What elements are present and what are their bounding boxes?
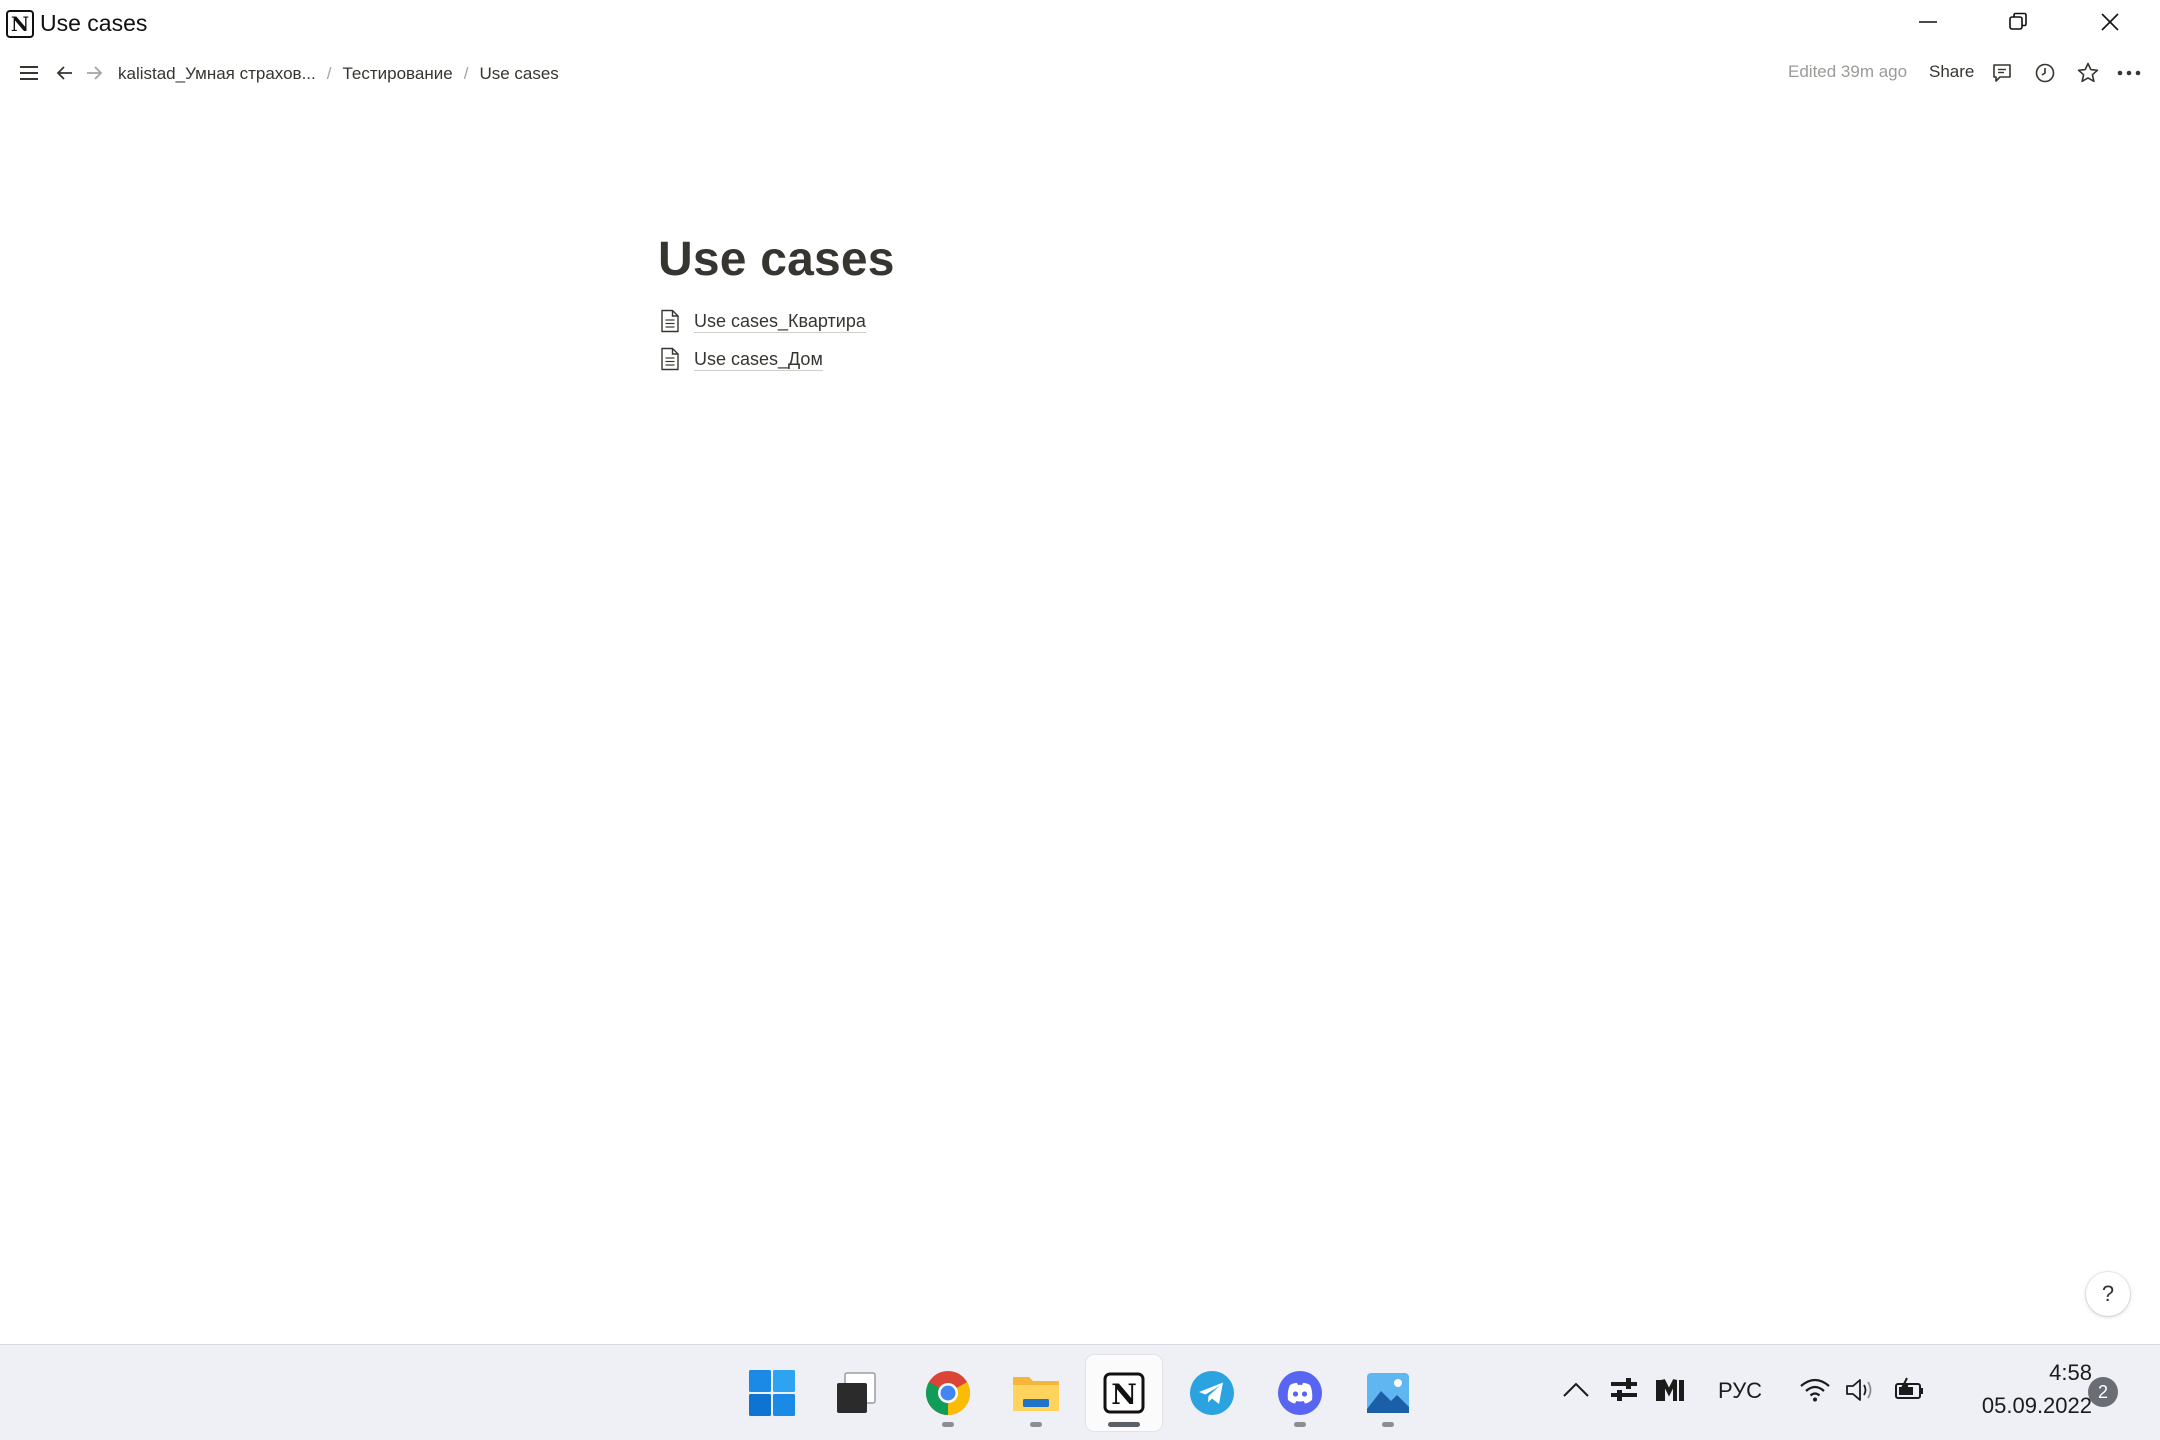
subpage-label[interactable]: Use cases_Квартира xyxy=(694,310,866,333)
help-button[interactable]: ? xyxy=(2086,1272,2130,1316)
taskbar-clock-date[interactable]: 05.09.2022 xyxy=(1952,1393,2092,1419)
chrome-icon xyxy=(926,1371,970,1415)
arrow-left-icon xyxy=(56,66,72,80)
show-hidden-icons-button[interactable] xyxy=(1556,1370,1596,1410)
hamburger-icon xyxy=(20,66,38,80)
taskbar-terminal[interactable] xyxy=(818,1355,894,1431)
ellipsis-icon xyxy=(2117,70,2141,76)
subpage-link[interactable]: Use cases_Квартира xyxy=(660,304,866,338)
taskbar-file-explorer[interactable] xyxy=(998,1355,1074,1431)
breadcrumb-workspace[interactable]: kalistad_Умная страхов... xyxy=(115,62,319,86)
taskbar-clock-time[interactable]: 4:58 xyxy=(2022,1360,2092,1386)
subpage-link[interactable]: Use cases_Дом xyxy=(660,342,823,376)
clock-history-icon xyxy=(2035,63,2055,83)
updates-button[interactable] xyxy=(2030,58,2060,88)
volume-button[interactable] xyxy=(1840,1370,1880,1410)
battery-button[interactable] xyxy=(1891,1370,1931,1410)
tray-app-m[interactable] xyxy=(1650,1370,1690,1410)
speaker-icon xyxy=(1846,1379,1872,1401)
notion-icon: N xyxy=(1103,1372,1145,1414)
photos-icon xyxy=(1367,1373,1409,1413)
share-button[interactable]: Share xyxy=(1929,62,1974,82)
page-icon xyxy=(660,346,684,372)
tray-settings-app[interactable] xyxy=(1604,1370,1644,1410)
more-options-button[interactable] xyxy=(2114,58,2144,88)
page-icon xyxy=(660,308,684,334)
running-indicator xyxy=(1382,1422,1394,1427)
breadcrumb-testing[interactable]: Тестирование xyxy=(339,62,455,86)
comments-button[interactable] xyxy=(1987,58,2017,88)
comment-icon xyxy=(1993,64,2011,82)
back-button[interactable] xyxy=(50,58,80,88)
sliders-icon xyxy=(1611,1378,1637,1401)
breadcrumb-separator: / xyxy=(326,64,332,83)
taskbar-telegram[interactable] xyxy=(1174,1355,1250,1431)
chevron-up-icon xyxy=(1563,1382,1589,1397)
file-explorer-icon xyxy=(1013,1377,1059,1411)
page-topbar: kalistad_Умная страхов... / Тестирование… xyxy=(0,54,2160,92)
active-indicator xyxy=(1108,1422,1140,1427)
battery-charging-icon xyxy=(1895,1377,1923,1399)
breadcrumb: kalistad_Умная страхов... / Тестирование… xyxy=(115,62,562,86)
windows-start-icon xyxy=(749,1370,795,1416)
forward-button[interactable] xyxy=(79,58,109,88)
notion-app-icon: N xyxy=(6,10,34,38)
close-icon xyxy=(2101,13,2119,31)
running-indicator xyxy=(942,1422,954,1427)
window-titlebar: N Use cases xyxy=(0,0,2160,46)
subpage-label[interactable]: Use cases_Дом xyxy=(694,348,823,371)
input-language-indicator[interactable]: РУС xyxy=(1718,1378,1762,1404)
taskbar-notion[interactable]: N xyxy=(1086,1355,1162,1431)
favorite-button[interactable] xyxy=(2073,58,2103,88)
terminal-icon xyxy=(837,1372,876,1413)
minimize-button[interactable] xyxy=(1882,0,1974,44)
sidebar-toggle-button[interactable] xyxy=(14,58,44,88)
breadcrumb-separator: / xyxy=(463,64,469,83)
taskbar-chrome[interactable] xyxy=(910,1355,986,1431)
running-indicator xyxy=(1030,1422,1042,1427)
start-button[interactable] xyxy=(734,1355,810,1431)
page-title[interactable]: Use cases xyxy=(658,232,895,287)
minimize-icon xyxy=(1919,21,1937,23)
taskbar-photos[interactable] xyxy=(1350,1355,1426,1431)
taskbar-discord[interactable] xyxy=(1262,1355,1338,1431)
svg-text:N: N xyxy=(1111,1378,1137,1411)
close-button[interactable] xyxy=(2064,0,2156,44)
edited-timestamp: Edited 39m ago xyxy=(1788,62,1908,81)
wifi-icon xyxy=(1800,1378,1830,1402)
restore-button[interactable] xyxy=(1972,0,2064,44)
breadcrumb-current-page[interactable]: Use cases xyxy=(476,62,561,86)
notification-count-badge[interactable]: 2 xyxy=(2088,1377,2118,1407)
restore-icon xyxy=(2009,12,2027,30)
arrow-right-icon xyxy=(87,66,103,80)
m-logo-icon xyxy=(1656,1379,1684,1401)
star-icon xyxy=(2077,62,2099,83)
running-indicator xyxy=(1294,1422,1306,1427)
network-button[interactable] xyxy=(1795,1370,1835,1410)
telegram-icon xyxy=(1190,1371,1234,1415)
discord-icon xyxy=(1278,1371,1322,1415)
window-title: Use cases xyxy=(40,10,148,36)
windows-taskbar: N xyxy=(0,1344,2160,1440)
